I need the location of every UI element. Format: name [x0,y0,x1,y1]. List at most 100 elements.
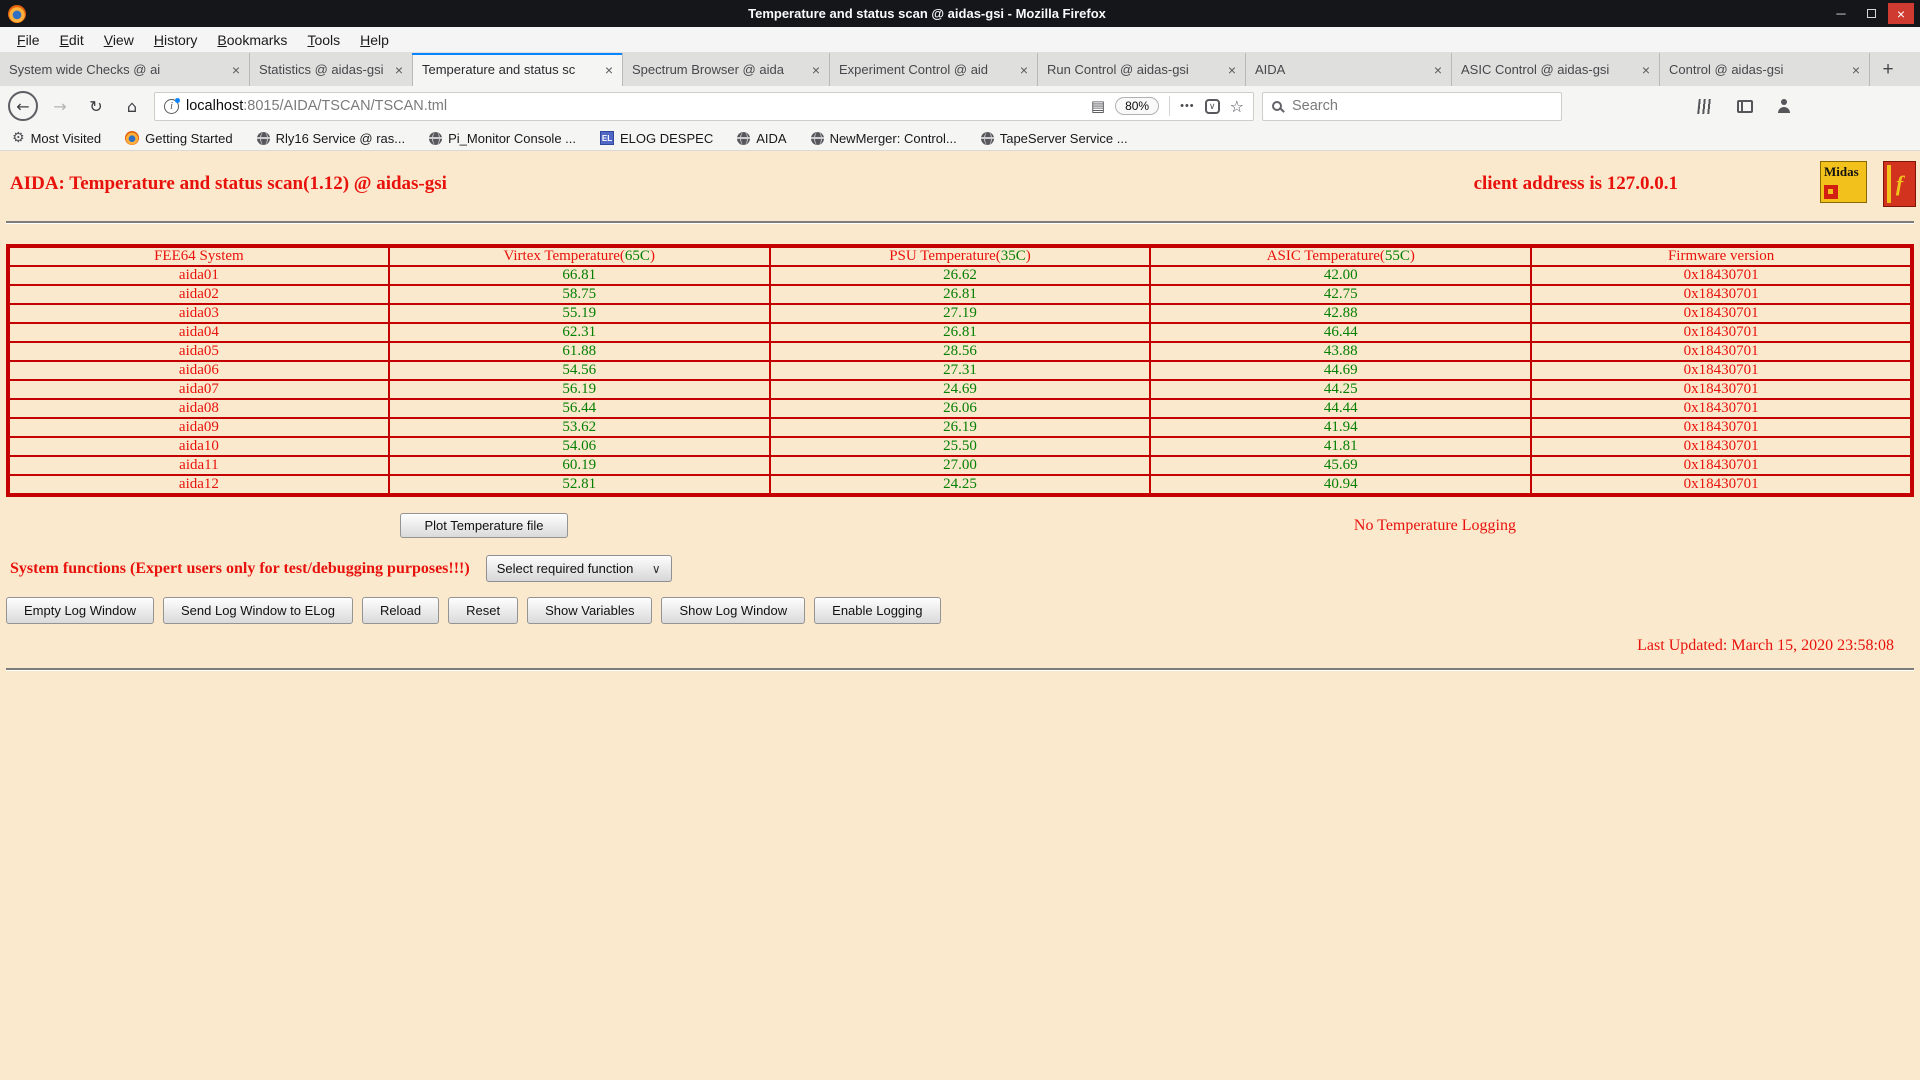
bookmark-newmerger[interactable]: NewMerger: Control... [811,131,957,146]
function-select-value: Select required function [497,561,634,576]
reader-mode-icon[interactable]: ▤ [1091,97,1105,115]
forward-button[interactable]: → [46,92,74,120]
bookmark-tapeserver[interactable]: TapeServer Service ... [981,131,1128,146]
show-variables-button[interactable]: Show Variables [527,597,652,624]
menu-file[interactable]: File [8,29,49,51]
search-icon [1272,101,1282,111]
url-host: localhost [186,98,243,114]
pocket-icon[interactable]: ∨ [1205,99,1220,114]
tab-close-icon[interactable]: × [1852,63,1860,77]
url-path: :8015/AIDA/TSCAN/TSCAN.tml [243,98,447,114]
toolbar-right-icons [1698,99,1791,114]
site-info-icon[interactable]: i [164,99,179,114]
bookmark-getting-started[interactable]: Getting Started [125,131,232,146]
col-firmware-version: Firmware version [1531,246,1912,266]
bookmark-pi-monitor[interactable]: Pi_Monitor Console ... [429,131,576,146]
table-row: aida0355.1927.1942.880x18430701 [8,304,1912,323]
reset-button[interactable]: Reset [448,597,518,624]
url-bar-actions: ▤ 80% ••• ∨ ☆ [1091,96,1244,116]
col-asic-temperature: ASIC Temperature(55C) [1150,246,1531,266]
midas-logo-mark [1824,185,1838,199]
bookmarks-bar: ⚙ Most Visited Getting Started Rly16 Ser… [0,126,1920,151]
bookmark-elog-despec[interactable]: EL ELOG DESPEC [600,131,713,146]
tab-control[interactable]: Control @ aidas-gsi × [1660,53,1870,86]
tab-experiment-control[interactable]: Experiment Control @ aid × [830,53,1038,86]
bookmark-most-visited[interactable]: ⚙ Most Visited [12,131,101,146]
menu-history[interactable]: History [145,29,207,51]
col-virtex-temperature: Virtex Temperature(65C) [389,246,770,266]
page-actions-icon[interactable]: ••• [1180,100,1195,112]
maximize-button[interactable] [1858,3,1884,24]
bookmark-star-icon[interactable]: ☆ [1230,97,1244,116]
menu-view[interactable]: View [95,29,143,51]
window-title: Temperature and status scan @ aidas-gsi … [26,6,1828,21]
table-header-row: FEE64 System Virtex Temperature(65C) PSU… [8,246,1912,266]
bookmark-rly16-service[interactable]: Rly16 Service @ ras... [257,131,406,146]
empty-log-window-button[interactable]: Empty Log Window [6,597,154,624]
plot-temperature-button[interactable]: Plot Temperature file [400,513,568,538]
menu-bookmarks[interactable]: Bookmarks [208,29,296,51]
tab-close-icon[interactable]: × [1642,63,1650,77]
menu-tools[interactable]: Tools [298,29,349,51]
fair-logo: f [1883,161,1916,207]
system-functions-label: System functions (Expert users only for … [10,560,470,578]
page-title: AIDA: Temperature and status scan(1.12) … [10,173,447,195]
menu-edit[interactable]: Edit [51,29,93,51]
bookmark-aida[interactable]: AIDA [737,131,786,146]
close-button[interactable]: × [1888,3,1914,24]
table-row: aida0166.8126.6242.000x18430701 [8,266,1912,285]
table-row: aida0462.3126.8146.440x18430701 [8,323,1912,342]
tab-close-icon[interactable]: × [605,63,613,77]
tab-close-icon[interactable]: × [232,63,240,77]
table-row: aida0258.7526.8142.750x18430701 [8,285,1912,304]
gear-icon: ⚙ [12,131,25,145]
tab-close-icon[interactable]: × [1020,63,1028,77]
send-log-to-elog-button[interactable]: Send Log Window to ELog [163,597,353,624]
back-button[interactable]: ← [8,91,38,121]
tab-asic-control[interactable]: ASIC Control @ aidas-gsi × [1452,53,1660,86]
elog-icon: EL [600,131,614,145]
minimize-button[interactable]: ─ [1828,3,1854,24]
globe-icon [981,132,994,145]
globe-icon [429,132,442,145]
account-icon[interactable] [1777,99,1791,113]
tab-close-icon[interactable]: × [812,63,820,77]
library-icon[interactable] [1697,99,1714,114]
search-input[interactable] [1290,97,1552,115]
function-select[interactable]: Select required function ∨ [486,555,672,582]
tab-system-wide-checks[interactable]: System wide Checks @ ai × [0,53,250,86]
tab-statistics[interactable]: Statistics @ aidas-gsi × [250,53,413,86]
reload-button[interactable]: ↻ [82,92,110,120]
col-psu-temperature: PSU Temperature(35C) [770,246,1151,266]
tab-spectrum-browser[interactable]: Spectrum Browser @ aida × [623,53,830,86]
table-row: aida0654.5627.3144.690x18430701 [8,361,1912,380]
tab-temperature-scan-active[interactable]: Temperature and status sc × [413,53,623,86]
divider [6,668,1914,671]
reload-page-button[interactable]: Reload [362,597,439,624]
tab-close-icon[interactable]: × [395,63,403,77]
firefox-icon [125,131,139,145]
menu-help[interactable]: Help [351,29,398,51]
last-updated: Last Updated: March 15, 2020 23:58:08 [0,637,1894,655]
search-bar[interactable] [1262,92,1562,121]
tab-close-icon[interactable]: × [1228,63,1236,77]
table-row: aida0953.6226.1941.940x18430701 [8,418,1912,437]
title-bar: Temperature and status scan @ aidas-gsi … [0,0,1920,27]
system-functions-row: System functions (Expert users only for … [0,555,1920,582]
new-tab-button[interactable]: + [1870,53,1906,86]
tab-close-icon[interactable]: × [1434,63,1442,77]
table-row: aida0561.8828.5643.880x18430701 [8,342,1912,361]
divider [1169,96,1170,116]
tab-run-control[interactable]: Run Control @ aidas-gsi × [1038,53,1246,86]
url-bar[interactable]: i localhost:8015/AIDA/TSCAN/TSCAN.tml ▤ … [154,92,1254,121]
page-header-row: AIDA: Temperature and status scan(1.12) … [10,173,1678,195]
enable-logging-button[interactable]: Enable Logging [814,597,940,624]
zoom-level-indicator[interactable]: 80% [1115,97,1159,115]
show-log-window-button[interactable]: Show Log Window [661,597,805,624]
action-buttons-row: Empty Log Window Send Log Window to ELog… [6,597,1920,624]
tab-aida[interactable]: AIDA × [1246,53,1452,86]
divider [6,221,1914,224]
sidebars-icon[interactable] [1737,100,1753,113]
home-button[interactable]: ⌂ [118,92,146,120]
logging-status: No Temperature Logging [1354,517,1516,535]
